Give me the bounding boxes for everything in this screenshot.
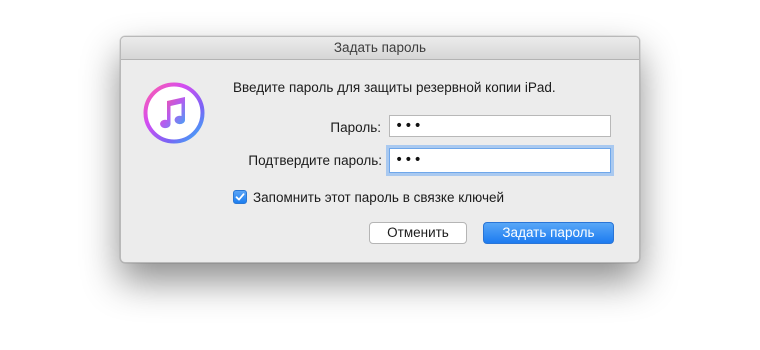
- set-password-button[interactable]: Задать пароль: [483, 222, 614, 244]
- remember-password-row[interactable]: Запомнить этот пароль в связке ключей: [233, 188, 504, 206]
- password-field[interactable]: •••: [389, 115, 611, 137]
- itunes-icon: [142, 81, 206, 145]
- dialog-title: Задать пароль: [121, 37, 639, 60]
- stage: Задать пароль Введите пароль для защиты …: [0, 0, 760, 350]
- password-label: Пароль:: [330, 120, 381, 135]
- checkmark-icon: [235, 193, 245, 201]
- confirm-password-label: Подтвердите пароль:: [248, 153, 382, 168]
- remember-password-label: Запомнить этот пароль в связке ключей: [253, 189, 505, 205]
- remember-password-checkbox[interactable]: [233, 190, 247, 204]
- set-password-dialog: Задать пароль Введите пароль для защиты …: [120, 36, 640, 263]
- dialog-message: Введите пароль для защиты резервной копи…: [233, 80, 556, 95]
- cancel-button[interactable]: Отменить: [369, 222, 467, 244]
- confirm-password-field[interactable]: •••: [389, 148, 611, 173]
